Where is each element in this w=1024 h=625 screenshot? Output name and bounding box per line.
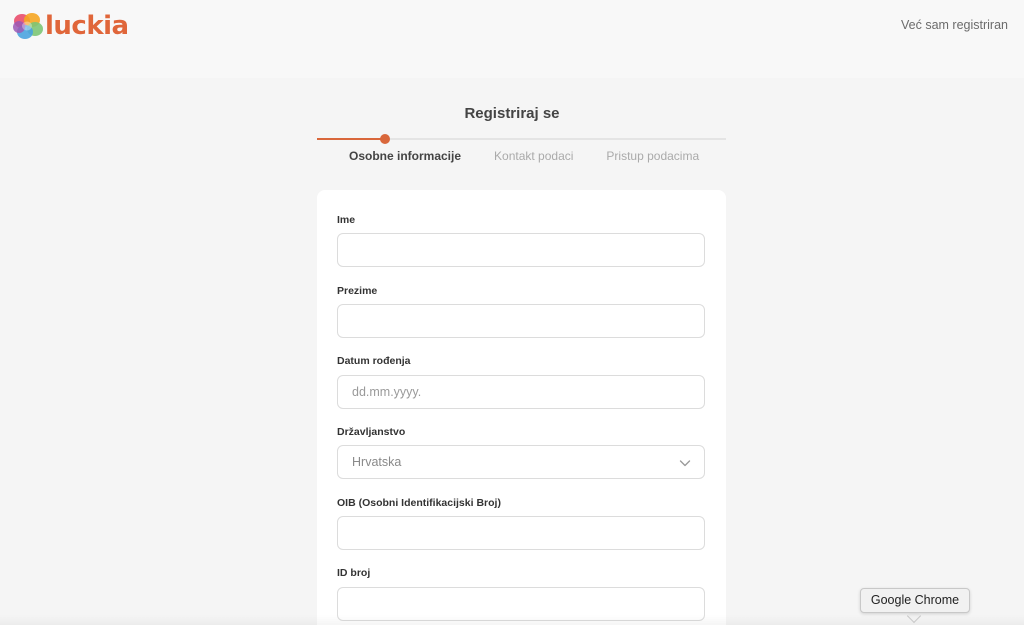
last-name-label: Prezime [337,285,378,297]
page-title: Registriraj se [464,105,560,122]
registration-page: luckia Već sam registriran Registriraj s… [0,0,1024,625]
stepper-steps: Osobne informacije Kontakt podaci Pristu… [349,149,732,163]
birth-date-input[interactable] [337,375,705,409]
step-contact-details[interactable]: Kontakt podaci [494,149,573,163]
last-name-input[interactable] [337,304,705,338]
citizenship-label: Državljanstvo [337,426,406,438]
registration-form-card: Ime Prezime Datum rođenja Državljanstvo … [317,190,726,625]
first-name-label: Ime [337,214,356,226]
id-number-label: ID broj [337,567,371,579]
citizenship-selected-value: Hrvatska [352,455,402,469]
brand-name: luckia [45,11,129,41]
first-name-input[interactable] [337,233,705,267]
stepper-progress-fill [317,138,385,140]
brand-logo[interactable]: luckia [11,10,129,42]
chevron-down-icon [679,460,691,467]
header: luckia Već sam registriran [0,0,1024,78]
already-registered-link[interactable]: Već sam registriran [901,18,1008,32]
stepper-current-dot [380,134,390,144]
oib-input[interactable] [337,516,705,550]
oib-label: OIB (Osobni Identifikacijski Broj) [337,497,501,509]
luckia-logo-icon [13,13,43,39]
step-personal-info[interactable]: Osobne informacije [349,149,461,163]
browser-tooltip: Google Chrome [860,588,970,613]
citizenship-select[interactable]: Hrvatska [337,445,705,479]
bottom-fade [0,615,1024,625]
step-access-data[interactable]: Pristup podacima [606,149,699,163]
birth-date-label: Datum rođenja [337,355,411,367]
